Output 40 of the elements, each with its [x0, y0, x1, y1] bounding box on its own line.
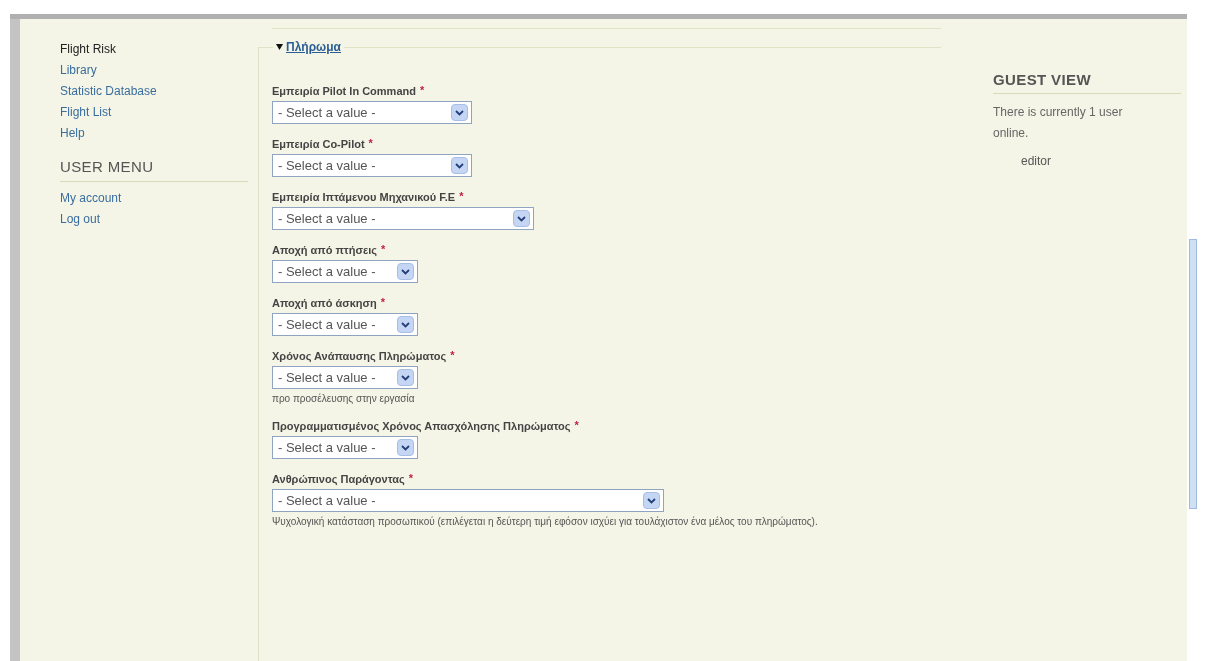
- field-description: προ προσέλευσης στην εργασία: [272, 392, 416, 406]
- required-asterisk: *: [459, 190, 464, 202]
- select-field[interactable]: - Select a value -: [272, 101, 472, 124]
- select-field[interactable]: - Select a value -: [272, 436, 418, 459]
- triangle-down-icon: [276, 44, 283, 50]
- section-toggle[interactable]: Πλήρωμα: [273, 39, 344, 55]
- sidebar-link[interactable]: Flight List: [60, 102, 248, 123]
- required-asterisk: *: [381, 243, 386, 255]
- select-field[interactable]: - Select a value -: [272, 154, 472, 177]
- field-label: Εμπειρία Pilot In Command: [272, 84, 416, 98]
- user-menu-link[interactable]: Log out: [60, 208, 248, 230]
- field-label: Προγραμματισμένος Χρόνος Απασχόλησης Πληρώματος: [272, 419, 571, 433]
- sidebar-link[interactable]: Flight Risk: [60, 39, 248, 60]
- online-users-text: There is currently 1 user online.: [993, 103, 1124, 142]
- required-asterisk: *: [574, 419, 579, 431]
- required-asterisk: *: [368, 137, 373, 149]
- select-field[interactable]: - Select a value -: [272, 313, 418, 336]
- field-label: Αποχή από άσκηση: [272, 296, 377, 310]
- field-label: Χρόνος Ανάπαυσης Πληρώματος: [272, 349, 447, 363]
- field-label: Αποχή από πτήσεις: [272, 243, 378, 257]
- sidebar-link[interactable]: Help: [60, 123, 248, 144]
- field-description: Ψυχολογική κατάσταση προσωπικού (επιλέγεται η δεύτερη τιμή εφόσον ισχύει για τουλάχιστον ένα μέλος του πληρώματος).: [272, 515, 819, 529]
- select-field[interactable]: - Select a value -: [272, 207, 534, 230]
- guest-view-heading: GUEST VIEW: [993, 69, 1181, 94]
- required-asterisk: *: [380, 296, 386, 308]
- required-asterisk: *: [419, 84, 425, 96]
- field-label: Ανθρώπινος Παράγοντας: [272, 472, 405, 486]
- field-label: Εμπειρία Ιπτάμενου Μηχανικού F.E: [272, 190, 456, 204]
- user-menu-link[interactable]: My account: [60, 187, 248, 209]
- sidebar-link[interactable]: Library: [60, 60, 248, 81]
- online-user: editor: [1021, 152, 1053, 170]
- sidebar-link[interactable]: Statistic Database: [60, 81, 248, 102]
- scrollbar[interactable]: [1189, 239, 1197, 509]
- select-field[interactable]: - Select a value -: [272, 366, 418, 389]
- user-menu-heading: USER MENU: [60, 156, 248, 182]
- required-asterisk: *: [450, 349, 455, 361]
- required-asterisk: *: [408, 472, 414, 484]
- select-field[interactable]: - Select a value -: [272, 489, 664, 512]
- field-label: Εμπειρία Co-Pilot: [272, 137, 365, 151]
- select-field[interactable]: - Select a value -: [272, 260, 418, 283]
